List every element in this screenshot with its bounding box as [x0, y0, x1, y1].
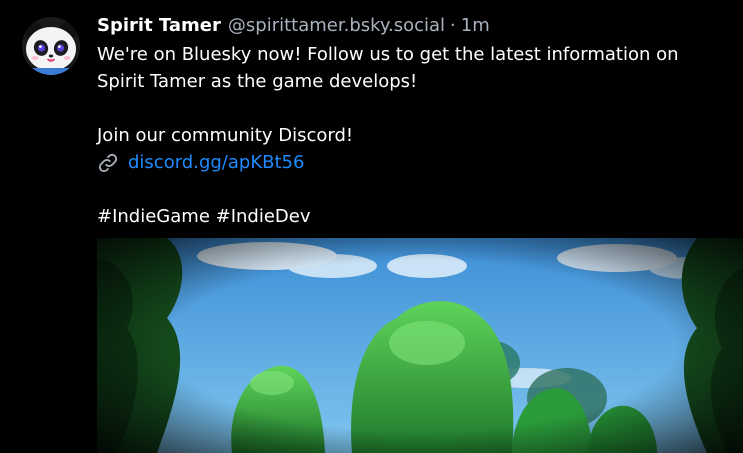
post-text-line: We're on Bluesky now! Follow us to get t…: [97, 44, 679, 65]
paragraph-break: [97, 176, 737, 203]
post-text: We're on Bluesky now! Follow us to get t…: [97, 41, 737, 230]
separator-dot: ·: [450, 15, 456, 36]
hashtag-line: #IndieGame #IndieDev: [97, 203, 737, 230]
paragraph-break: [97, 95, 737, 122]
post-header: Spirit Tamer @spirittamer.bsky.social · …: [97, 13, 737, 39]
hashtag[interactable]: #IndieDev: [216, 206, 311, 227]
post-text-line: Spirit Tamer as the game develops!: [97, 71, 418, 92]
panda-avatar-icon: [22, 17, 80, 75]
post-timestamp[interactable]: 1m: [461, 13, 490, 39]
link-row: discord.gg/apKBt56: [97, 149, 737, 176]
discord-link[interactable]: discord.gg/apKBt56: [128, 149, 304, 176]
link-icon: [97, 152, 119, 174]
post-content: Spirit Tamer @spirittamer.bsky.social · …: [97, 13, 737, 230]
post-text-line: Join our community Discord!: [97, 125, 354, 146]
game-artwork-image: [97, 238, 743, 453]
hashtag[interactable]: #IndieGame: [97, 206, 210, 227]
feed-post[interactable]: Spirit Tamer @spirittamer.bsky.social · …: [0, 0, 743, 453]
author-avatar[interactable]: [22, 17, 80, 75]
post-image[interactable]: [97, 238, 743, 453]
author-handle[interactable]: @spirittamer.bsky.social: [228, 13, 445, 39]
author-display-name[interactable]: Spirit Tamer: [97, 13, 221, 39]
